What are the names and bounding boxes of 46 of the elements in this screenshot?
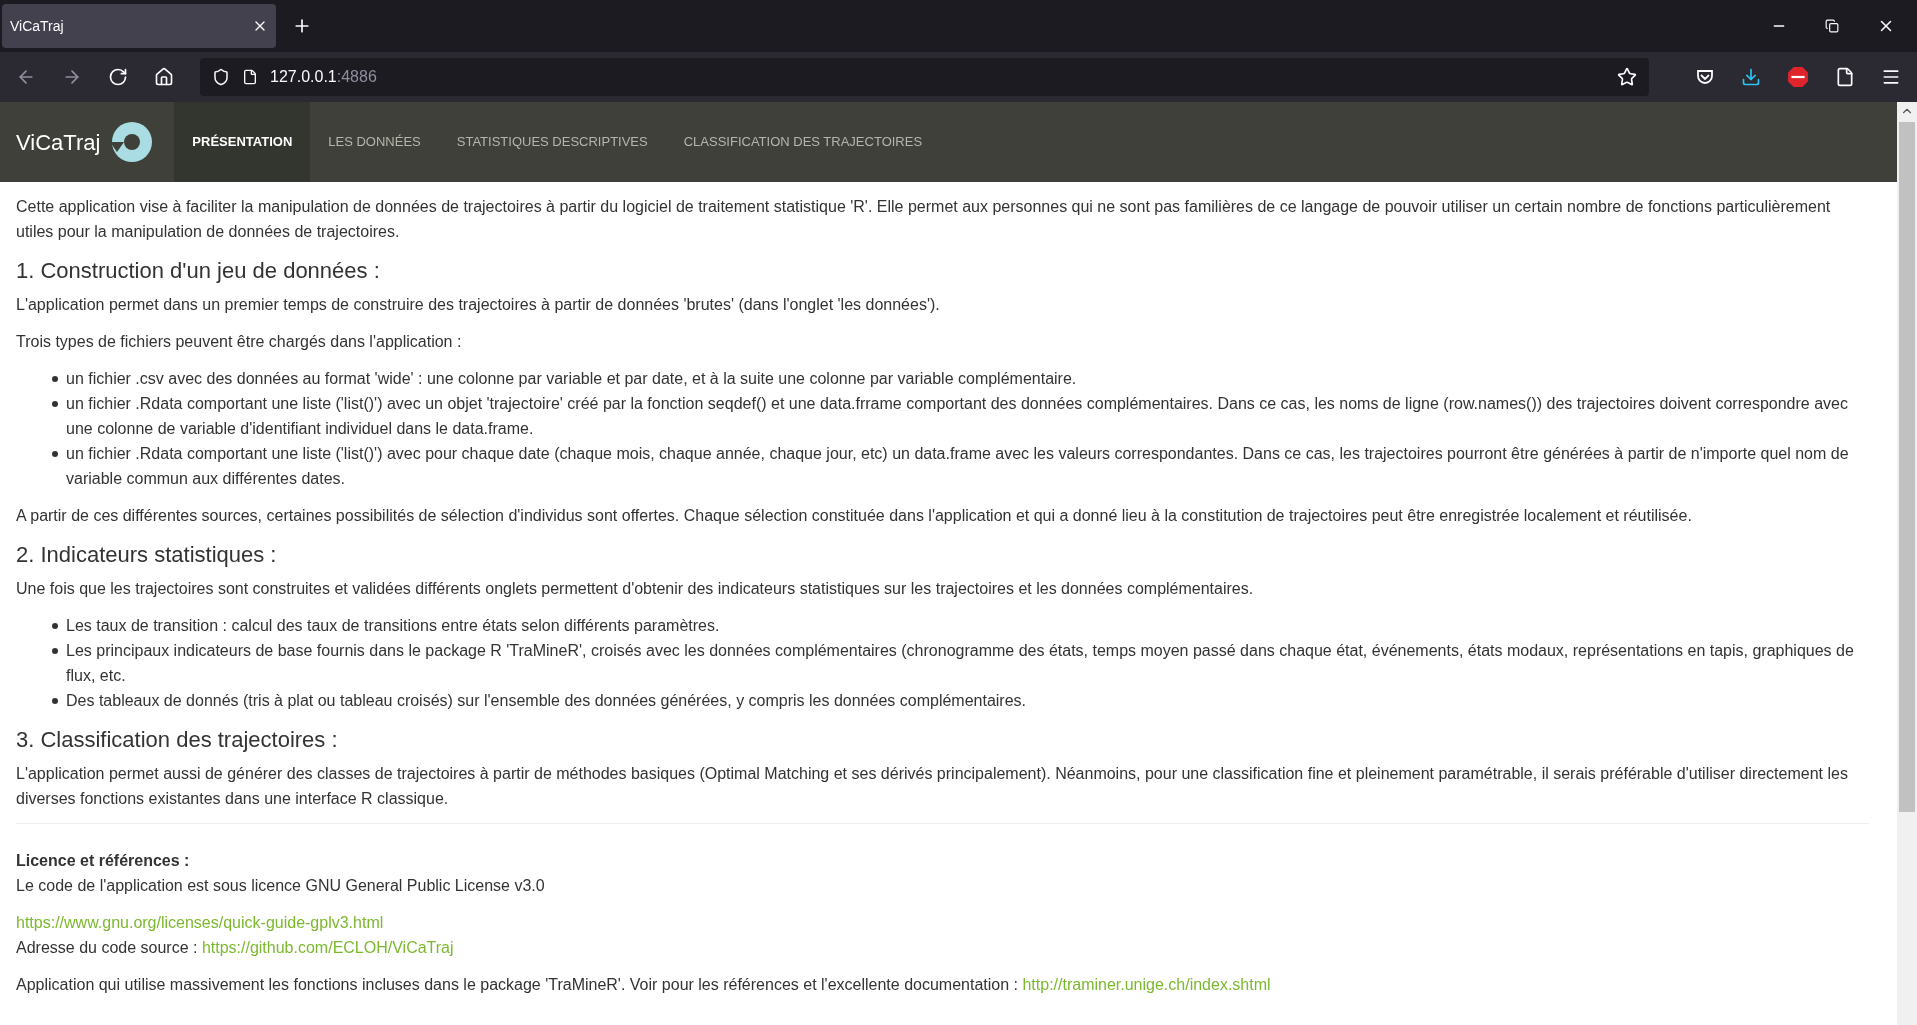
brand-name: ViCaTraj: [16, 128, 101, 157]
download-icon[interactable]: [1741, 67, 1761, 87]
list-item: Des tableaux de donnés (tris à plat ou tableau croisés) sur l'ensemble des données générées, y compris les données complémentaires.: [66, 691, 1027, 711]
reader-icon[interactable]: [1835, 67, 1855, 87]
home-icon[interactable]: [154, 67, 174, 87]
nav-tab[interactable]: STATISTIQUES DESCRIPTIVES: [438, 102, 666, 182]
paragraph: A partir de ces différentes sources, certaines possibilités de sélection d'individus sont offertes. Chaque sélection constituée dans l'application et qui a donné lieu à la constitution de trajectoires peut être enregistrée localement et réutilisée.: [16, 506, 1693, 526]
tab-title: ViCaTraj: [10, 16, 64, 36]
bullet-icon: [52, 376, 58, 382]
bullet-icon: [52, 451, 58, 457]
reload-icon[interactable]: [108, 67, 128, 87]
paragraph: Trois types de fichiers peuvent être chargés dans l'application :: [16, 332, 463, 352]
list-item: Les principaux indicateurs de base fournis dans le package R 'TraMineR', croisés avec les données complémentaires (chronogramme des états, temps moyen passé dans chaque état, événements, états modaux, représentations en tapis, graphiques de flux, etc.: [66, 641, 1855, 686]
section-heading: 3. Classification des trajectoires :: [16, 726, 339, 754]
paragraph: Une fois que les trajectoires sont construites et validées différents onglets permettent d'obtenir des indicateurs statistiques sur les trajectoires et les données complémentaires.: [16, 579, 1255, 599]
section-heading: 1. Construction d'un jeu de données :: [16, 257, 381, 285]
page-icon: [242, 69, 258, 85]
scrollbar[interactable]: [1897, 102, 1917, 1025]
paragraph: L'application permet dans un premier temps de construire des trajectoires à partir de données 'brutes' (dans l'onglet 'les données').: [16, 295, 941, 315]
list-item: un fichier .Rdata comportant une liste ('list()') avec un objet 'trajectoire' créé par la fonction seqdef() et une data.frrame comportant des données complémentaires. Dans ce cas, les noms de ligne (row.names()) des trajectoires doivent correspondre avec une colonne de variable d'identifiant individuel dans le data.frame.: [66, 394, 1849, 439]
bullet-icon: [52, 648, 58, 654]
url-text: 127.0.0.1:4886: [270, 67, 377, 87]
pocket-icon[interactable]: [1695, 67, 1715, 87]
section-heading: 2. Indicateurs statistiques :: [16, 541, 278, 569]
nav-tab[interactable]: LES DONNÉES: [310, 102, 439, 182]
nav-tab[interactable]: CLASSIFICATION DES TRAJECTOIRES: [665, 102, 941, 182]
licence-text: Le code de l'application est sous licence GNU General Public License v3.0: [16, 876, 546, 896]
source-line: Adresse du code source : https://github.com/ECLOH/ViCaTraj: [16, 938, 455, 958]
list-item: Les taux de transition : calcul des taux de transitions entre états selon différents paramètres.: [66, 616, 720, 636]
traminer-line: Application qui utilise massivement les fonctions incluses dans le package 'TraMineR'. Voir pour les références et l'excellente documentation : http://traminer.unige.ch/index.shtml: [16, 975, 1272, 995]
paragraph: Cette application vise à faciliter la manipulation de données de trajectoires à partir du logiciel de traitement statistique 'R'. Elle permet aux personnes qui ne sont pas familières de ce langage de pouvoir utiliser un certain nombre de fonctions particulièrement utiles pour la manipulation de données de trajectoires.: [16, 197, 1832, 242]
bullet-icon: [52, 698, 58, 704]
menu-icon[interactable]: [1881, 67, 1901, 87]
nav-tab[interactable]: PRÉSENTATION: [174, 102, 311, 182]
browser-tab[interactable]: ViCaTraj: [2, 4, 276, 48]
bullet-icon: [52, 623, 58, 629]
bookmark-star-icon[interactable]: [1617, 67, 1637, 87]
bullet-icon: [52, 401, 58, 407]
list-item: un fichier .csv avec des données au format 'wide' : une colonne par variable et par date, et à la suite une colonne par variable complémentaire.: [66, 369, 1077, 389]
licence-heading: Licence et références :: [16, 851, 191, 871]
paragraph: L'application permet aussi de générer des classes de trajectoires à partir de méthodes basiques (Optimal Matching et ses dérivés principalement). Néanmoins, pour une classification fine et pleinement paramétrable, il serais préférable d'utiliser directement les diverses fonctions existantes dans une interface R classique.: [16, 764, 1849, 809]
circular-arrow-logo-icon: [110, 120, 155, 164]
list-item: un fichier .Rdata comportant une liste ('list()') avec pour chaque date (chaque mois, chaque année, chaque jour, etc) un data.frame avec les valeurs correspondantes. Dans ce cas, les trajectoires pourront être générées à partir de n'importe quel nom de variable commun aux différentes dates.: [66, 444, 1850, 489]
shield-icon: [212, 68, 230, 86]
address-bar[interactable]: 127.0.0.1:4886: [200, 58, 1649, 96]
restore-icon[interactable]: [1825, 19, 1839, 33]
